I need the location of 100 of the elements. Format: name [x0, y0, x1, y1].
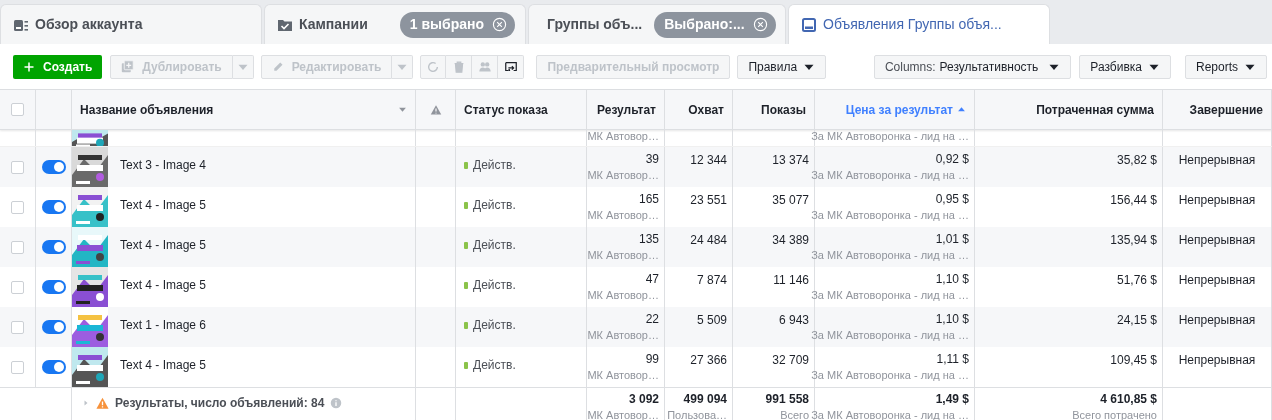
cell-value: 99 — [645, 351, 659, 367]
column-header[interactable]: Статус показа — [456, 90, 587, 129]
status-text: Действ. — [473, 317, 516, 334]
column-title: Цена за результат — [845, 101, 953, 119]
cell-value: Непрерывная — [1178, 152, 1256, 168]
cell-note: Всего — [780, 408, 809, 420]
cell-value: 11 146 — [773, 272, 809, 288]
export-button[interactable] — [498, 54, 525, 79]
column-title: Результат — [597, 101, 656, 119]
checkbox[interactable] — [11, 240, 24, 254]
cell-value: Непрерывная — [1178, 232, 1256, 248]
cell-value: Непрерывная — [1178, 192, 1256, 208]
cell-value: Непрерывная — [1178, 312, 1256, 328]
cell-value: 47 — [645, 271, 659, 287]
reports-dropdown[interactable]: Reports — [1184, 54, 1267, 79]
tab[interactable]: Объявления Группы объя... — [788, 4, 1050, 44]
toggle-switch[interactable] — [41, 280, 66, 294]
ad-name[interactable]: Text 1 - Image 6 — [120, 316, 207, 334]
cell-value: 0,92 $ — [935, 151, 969, 167]
column-header[interactable]: Охват — [665, 90, 733, 129]
cell-value: 22 — [645, 311, 659, 327]
cell-note: МК Автовор… — [587, 130, 659, 142]
ad-name[interactable]: Text 4 - Image 5 — [120, 236, 207, 254]
cell-note: МК Автовор… — [587, 248, 659, 263]
cell-value: 4 610,85 $ — [1100, 391, 1157, 407]
checkbox[interactable] — [11, 320, 24, 334]
cell-value: 1,10 $ — [935, 311, 969, 327]
cell-value: 165 — [638, 191, 659, 207]
column-title: Завершение — [1189, 101, 1263, 119]
tab[interactable]: Кампании 1 выбрано — [264, 4, 526, 44]
cell-value: 32 709 — [772, 352, 809, 368]
cell-note: За МК Автоворонка - лид на … — [811, 130, 969, 142]
close-icon — [492, 17, 507, 32]
checkbox[interactable] — [11, 280, 24, 294]
tab[interactable]: Группы объ... Выбрано:... — [528, 4, 786, 44]
column-title: Потраченная сумма — [1036, 101, 1154, 119]
breakdown-dropdown[interactable]: Разбивка — [1079, 54, 1171, 79]
cell-value: 499 094 — [683, 391, 727, 407]
checkbox[interactable] — [11, 160, 24, 174]
column-header[interactable]: Потраченная сумма — [975, 90, 1163, 129]
copy-icon — [121, 60, 135, 73]
checkbox[interactable] — [11, 103, 24, 116]
pencil-icon — [271, 60, 284, 73]
column-header[interactable]: Название объявления — [72, 90, 416, 129]
cell-value: 24,15 $ — [1116, 312, 1157, 328]
toggle-switch[interactable] — [41, 160, 66, 174]
cell-note: МК Автовор… — [587, 328, 659, 343]
ad-icon — [801, 16, 817, 33]
plus-icon — [23, 60, 35, 73]
column-header[interactable]: Завершение — [1163, 90, 1272, 129]
status-text: Действ. — [473, 357, 516, 374]
checkbox[interactable] — [11, 360, 24, 374]
cell-value: 156,44 $ — [1110, 192, 1157, 208]
dropdown-button[interactable] — [392, 54, 414, 79]
column-header[interactable]: Результат — [587, 90, 665, 129]
cell-value: 12 344 — [690, 152, 727, 168]
cell-value: 6 943 — [778, 312, 809, 328]
cell-value: 3 092 — [628, 391, 659, 407]
ad-name[interactable]: Text 3 - Image 4 — [120, 156, 207, 174]
dropdown-label: Результативность — [939, 58, 1039, 76]
toggle-switch[interactable] — [41, 200, 66, 214]
cell-value: 1,49 $ — [935, 391, 969, 407]
ad-name[interactable]: Text 4 - Image 5 — [120, 276, 207, 294]
cell-value: Непрерывная — [1178, 272, 1256, 288]
cell-value: 135,94 $ — [1110, 232, 1157, 248]
cell-note: За МК Автоворонка - лид на … — [811, 328, 969, 343]
close-icon — [752, 17, 768, 32]
column-title: Название объявления — [80, 101, 214, 119]
cell-value: 1,11 $ — [936, 351, 969, 367]
summary-label: Результаты, число объявлений: 84 — [115, 395, 325, 412]
cell-note: МК Автовор… — [587, 368, 659, 383]
columns-dropdown[interactable]: Columns: Результативность — [873, 54, 1072, 79]
cell-note: За МК Автоворонка - лид на … — [811, 248, 969, 263]
rules-dropdown[interactable]: Правила — [737, 54, 827, 79]
refresh-icon — [426, 59, 441, 74]
toggle-switch[interactable] — [41, 320, 66, 334]
ad-name[interactable]: Text 4 - Image 5 — [120, 196, 207, 214]
status-text: Действ. — [473, 277, 516, 294]
cell-value: 13 374 — [772, 152, 809, 168]
cell-value: 27 366 — [690, 352, 727, 368]
info-icon — [330, 397, 343, 409]
cell-value: 0,95 $ — [935, 191, 969, 207]
dropdown-button[interactable] — [232, 54, 254, 79]
cell-value: 5 509 — [696, 312, 727, 328]
column-header[interactable]: Показы — [733, 90, 815, 129]
status-text: Действ. — [473, 197, 516, 214]
dropdown-label: Columns: — [884, 58, 936, 76]
column-title: Показы — [761, 101, 806, 119]
cell-note: За МК Автоворонка - лид на … — [811, 168, 969, 183]
toggle-switch[interactable] — [41, 240, 66, 254]
checkbox[interactable] — [11, 200, 24, 214]
cell-value: Непрерывная — [1178, 352, 1256, 368]
status-text: Действ. — [473, 237, 516, 254]
toggle-switch[interactable] — [41, 360, 66, 374]
cell-value: 7 874 — [696, 272, 727, 288]
caret-icon — [398, 105, 407, 114]
tab[interactable]: Обзор аккаунта — [0, 4, 262, 44]
ad-name[interactable]: Text 4 - Image 5 — [120, 356, 207, 374]
column-title: Статус показа — [464, 101, 548, 119]
share-arrows-icon — [503, 59, 518, 74]
